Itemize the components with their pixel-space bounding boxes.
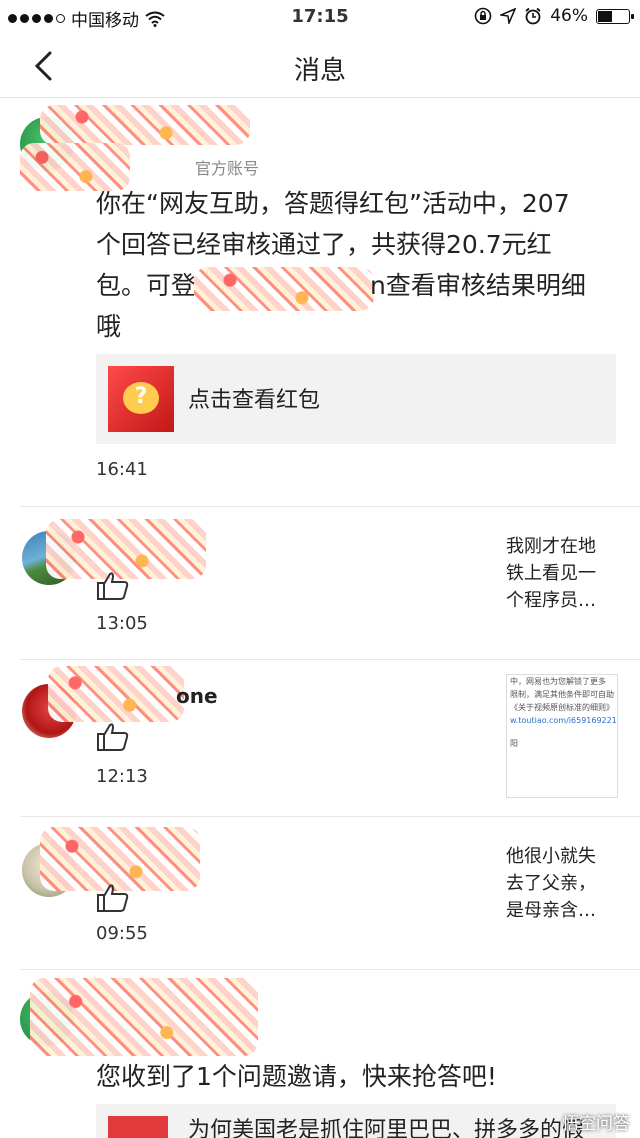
message-item[interactable]: 13:05 我刚才在地铁上看见一个程序员… (0, 507, 640, 659)
message-time: 12:13 (96, 766, 148, 787)
message-time: 13:05 (96, 613, 148, 634)
nav-bar: 消息 (0, 34, 640, 98)
question-thumbnail (108, 1116, 168, 1138)
preview-line: 阳 (510, 739, 518, 748)
battery-icon (596, 8, 634, 24)
preview-line: 《关于视频原创标准的细则》 (510, 703, 614, 712)
card-label: 点击查看红包 (188, 388, 321, 413)
orientation-lock-icon (474, 7, 492, 25)
question-title: 为何美国老是抓住阿里巴巴、拼多多的假 (188, 1118, 585, 1138)
post-snippet[interactable]: 他很小就失去了父亲，是母亲含… (506, 843, 606, 924)
page-title: 消息 (293, 56, 346, 86)
redacted-sender-name (40, 827, 200, 891)
sender-suffix: 官方账号 (195, 159, 260, 178)
thumbs-up-icon[interactable] (96, 883, 130, 913)
invitation-text: 您收到了1个问题邀请，快来抢答吧! (96, 1062, 497, 1091)
redacted-sender-name (30, 978, 258, 1056)
preview-line: 中，网易也为您解锁了更多 (510, 677, 606, 686)
thumbs-up-icon[interactable] (96, 571, 130, 601)
question-card[interactable]: 为何美国老是抓住阿里巴巴、拼多多的假 (96, 1104, 616, 1138)
redacted-sender-name (46, 519, 206, 579)
status-bar: 中国移动 17:15 46% (0, 0, 640, 34)
red-envelope-card[interactable]: ? 点击查看红包 (96, 354, 616, 444)
message-line-end: n查看审核结果明细 (370, 271, 586, 300)
message-time: 09:55 (96, 923, 148, 944)
location-icon (500, 8, 517, 24)
message-time: 16:41 (96, 459, 148, 480)
post-snippet[interactable]: 我刚才在地铁上看见一个程序员… (506, 533, 606, 614)
alarm-icon (525, 7, 541, 25)
message-item[interactable]: 官方账号 你在“网友互助，答题得红包”活动中，207 个回答已经审核通过了，共获… (0, 99, 640, 506)
watermark: 悟空问答 (562, 1114, 630, 1134)
message-line-start: 包。可登 (96, 271, 197, 300)
message-item[interactable]: 您收到了1个问题邀请，快来抢答吧! 为何美国老是抓住阿里巴巴、拼多多的假 悟空问… (0, 970, 640, 1138)
message-line: 你在“网友互助，答题得红包”活动中，207 (96, 189, 570, 218)
redacted-sender-name (48, 666, 184, 722)
sender-name-tail: one (176, 684, 218, 708)
preview-link: w.toutiao.com/i659169221965 (510, 716, 617, 725)
redacted-text (194, 267, 374, 311)
redacted-sender-name (40, 105, 250, 145)
message-item[interactable]: 09:55 他很小就失去了父亲，是母亲含… (0, 817, 640, 969)
battery-percent: 46% (550, 6, 588, 26)
message-line: 个回答已经审核通过了，共获得20.7元红 (96, 230, 552, 259)
thumbs-up-icon[interactable] (96, 722, 130, 752)
post-preview-thumbnail[interactable]: 中，网易也为您解锁了更多 限制，满足其他条件即可自助 《关于视频原创标准的细则》… (506, 674, 618, 798)
red-envelope-question-icon: ? (108, 366, 174, 432)
message-line: 哦 (96, 312, 122, 341)
message-item[interactable]: one 12:13 中，网易也为您解锁了更多 限制，满足其他条件即可自助 《关于… (0, 660, 640, 816)
preview-line: 限制，满足其他条件即可自助 (510, 690, 614, 699)
